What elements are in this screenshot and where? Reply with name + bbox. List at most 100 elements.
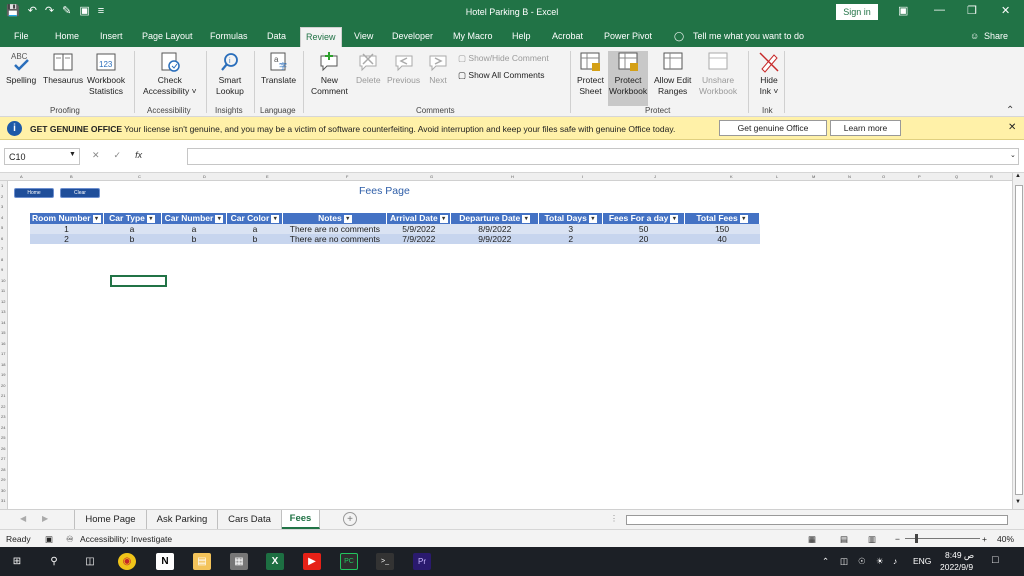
- tab-review[interactable]: Review: [300, 27, 342, 47]
- filter-dropdown-icon[interactable]: ▾: [92, 214, 101, 223]
- row-header[interactable]: 18: [1, 362, 5, 367]
- table-cell[interactable]: 1: [30, 224, 104, 234]
- table-header-cell[interactable]: Fees For a day ▾: [602, 213, 686, 224]
- row-header[interactable]: 9: [1, 267, 3, 272]
- table-header-cell[interactable]: Room Number ▾: [30, 213, 104, 224]
- filter-dropdown-icon[interactable]: ▾: [522, 214, 531, 223]
- table-cell[interactable]: a: [103, 224, 161, 234]
- table-cell[interactable]: 20: [602, 234, 685, 244]
- table-header-cell[interactable]: Car Number ▾: [161, 213, 228, 224]
- row-header[interactable]: 5: [1, 225, 3, 230]
- table-cell[interactable]: a: [161, 224, 227, 234]
- filter-dropdown-icon[interactable]: ▾: [343, 214, 352, 223]
- next-comment-button[interactable]: Next: [427, 51, 449, 86]
- clock-time[interactable]: 8:49 ص: [945, 550, 974, 561]
- tell-me-search[interactable]: Tell me what you want to do: [693, 31, 804, 41]
- table-header-cell[interactable]: Arrival Date ▾: [386, 213, 452, 224]
- column-header[interactable]: B: [70, 174, 73, 179]
- protect-workbook-button[interactable]: Protect Workbook: [608, 51, 649, 106]
- column-header[interactable]: F: [346, 174, 348, 179]
- table-cell[interactable]: 3: [538, 224, 603, 234]
- filter-dropdown-icon[interactable]: ▾: [271, 214, 280, 223]
- tray-overflow-icon[interactable]: ⌃: [822, 556, 829, 567]
- column-header[interactable]: K: [730, 174, 733, 179]
- filter-dropdown-icon[interactable]: ▾: [215, 214, 224, 223]
- table-header-cell[interactable]: Car Type ▾: [103, 213, 162, 224]
- zoom-in-icon[interactable]: +: [982, 534, 987, 544]
- expand-formula-icon[interactable]: ⌄: [1010, 151, 1016, 159]
- row-header[interactable]: 27: [1, 456, 5, 461]
- unshare-workbook-button[interactable]: Unshare Workbook: [699, 51, 737, 97]
- filter-dropdown-icon[interactable]: ▾: [739, 214, 748, 223]
- table-cell[interactable]: 5/9/2022: [386, 224, 451, 234]
- tab-my-macro[interactable]: My Macro: [453, 31, 493, 41]
- table-cell[interactable]: 40: [684, 234, 760, 244]
- filter-dropdown-icon[interactable]: ▾: [588, 214, 597, 223]
- tab-formulas[interactable]: Formulas: [210, 31, 248, 41]
- table-header-cell[interactable]: Notes ▾: [282, 213, 388, 224]
- selected-cell[interactable]: [110, 275, 167, 287]
- protect-sheet-button[interactable]: Protect Sheet: [577, 51, 604, 97]
- row-header[interactable]: 4: [1, 215, 3, 220]
- youtube-icon[interactable]: ▶: [303, 553, 321, 570]
- tab-split-handle[interactable]: ⋮: [610, 514, 618, 523]
- table-cell[interactable]: b: [103, 234, 161, 244]
- row-header[interactable]: 21: [1, 393, 5, 398]
- vertical-scrollbar[interactable]: ▲ ▼: [1012, 173, 1024, 509]
- table-cell[interactable]: 7/9/2022: [386, 234, 451, 244]
- scroll-down-icon[interactable]: ▼: [1015, 499, 1021, 505]
- filter-dropdown-icon[interactable]: ▾: [439, 214, 448, 223]
- page-break-view-icon[interactable]: ▥: [868, 534, 876, 545]
- home-sheet-button[interactable]: Home: [14, 188, 54, 198]
- row-header[interactable]: 19: [1, 372, 5, 377]
- pycharm-icon[interactable]: PC: [340, 553, 358, 570]
- row-header[interactable]: 20: [1, 383, 5, 388]
- accessibility-status[interactable]: Accessibility: Investigate: [80, 534, 172, 544]
- row-header[interactable]: 2: [1, 194, 3, 199]
- excel-taskbar-icon[interactable]: X: [266, 553, 284, 570]
- table-cell[interactable]: There are no comments: [282, 224, 387, 234]
- share-button[interactable]: Share: [984, 31, 1008, 41]
- zoom-slider-thumb[interactable]: [915, 534, 918, 543]
- column-header[interactable]: J: [654, 174, 656, 179]
- row-header[interactable]: 30: [1, 488, 5, 493]
- row-header[interactable]: 10: [1, 278, 5, 283]
- row-header[interactable]: 11: [1, 288, 5, 293]
- sheet-tab-home-page[interactable]: Home Page: [74, 510, 147, 529]
- enter-icon[interactable]: ✓: [114, 150, 122, 161]
- volume-icon[interactable]: ♪: [893, 556, 897, 566]
- close-icon[interactable]: ✕: [1001, 4, 1010, 17]
- allow-edit-ranges-button[interactable]: Allow Edit Ranges: [654, 51, 691, 97]
- column-header[interactable]: Q: [955, 174, 958, 179]
- table-cell[interactable]: 150: [684, 224, 760, 234]
- table-header-cell[interactable]: Total Days ▾: [538, 213, 604, 224]
- row-header[interactable]: 25: [1, 435, 5, 440]
- new-comment-button[interactable]: New Comment: [311, 51, 348, 97]
- notion-icon[interactable]: N: [156, 553, 174, 570]
- row-header[interactable]: 22: [1, 404, 5, 409]
- sign-in-button[interactable]: Sign in: [836, 4, 878, 20]
- tab-data[interactable]: Data: [267, 31, 286, 41]
- column-header[interactable]: I: [582, 174, 583, 179]
- check-accessibility-button[interactable]: Check Accessibility ˅: [143, 51, 197, 97]
- page-layout-view-icon[interactable]: ▤: [840, 534, 848, 545]
- add-sheet-button[interactable]: +: [343, 512, 357, 526]
- task-view-icon[interactable]: ◫: [81, 553, 99, 570]
- row-header[interactable]: 14: [1, 320, 5, 325]
- table-cell[interactable]: 2: [538, 234, 603, 244]
- column-header[interactable]: O: [882, 174, 885, 179]
- wifi-icon[interactable]: ☀: [876, 556, 884, 567]
- language-indicator[interactable]: ENG: [913, 556, 931, 566]
- table-header-cell[interactable]: Total Fees ▾: [684, 213, 760, 224]
- collapse-ribbon-icon[interactable]: ⌃: [1006, 105, 1014, 116]
- tab-acrobat[interactable]: Acrobat: [552, 31, 583, 41]
- translate-button[interactable]: a字 Translate: [261, 51, 296, 86]
- previous-comment-button[interactable]: Previous: [387, 51, 420, 86]
- show-all-comments-button[interactable]: ▢ Show All Comments: [458, 70, 544, 81]
- tab-developer[interactable]: Developer: [392, 31, 433, 41]
- column-header[interactable]: L: [776, 174, 778, 179]
- chrome-icon[interactable]: ◉: [118, 553, 136, 570]
- row-header[interactable]: 16: [1, 341, 5, 346]
- filter-dropdown-icon[interactable]: ▾: [670, 214, 679, 223]
- row-header[interactable]: 23: [1, 414, 5, 419]
